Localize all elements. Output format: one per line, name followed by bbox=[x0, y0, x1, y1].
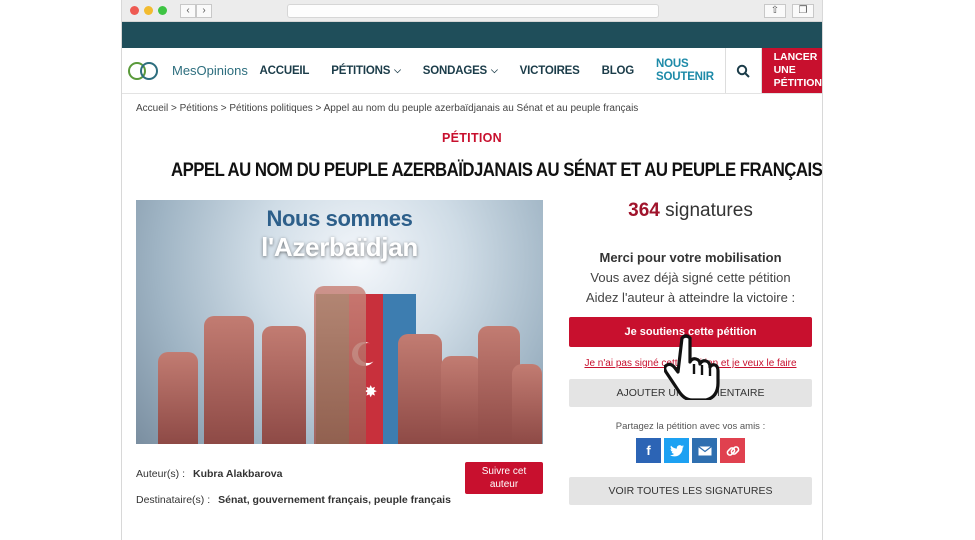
hand-pointer-icon bbox=[664, 334, 720, 400]
address-bar[interactable] bbox=[287, 4, 659, 18]
logo-text: MesOpinions bbox=[172, 63, 248, 78]
chevron-down-icon: ⌵ bbox=[394, 65, 401, 75]
browser-toolbar: ‹ › ⇧ ❐ bbox=[122, 0, 822, 22]
back-icon[interactable]: ‹ bbox=[180, 3, 196, 18]
twitter-icon[interactable] bbox=[664, 438, 689, 463]
follow-author-button[interactable]: Suivre cet auteur bbox=[465, 462, 543, 494]
thanks-message: Merci pour votre mobilisation bbox=[599, 250, 782, 265]
tabs-icon[interactable]: ❐ bbox=[792, 4, 814, 18]
page-title: APPEL AU NOM DU PEUPLE AZERBAÏDJANAIS AU… bbox=[171, 159, 822, 181]
signature-label: signatures bbox=[665, 200, 753, 221]
chevron-down-icon: ⌵ bbox=[491, 65, 498, 75]
site-logo[interactable]: MesOpinions bbox=[122, 48, 249, 93]
share-buttons: f bbox=[569, 438, 812, 463]
link-icon[interactable] bbox=[720, 438, 745, 463]
nav-accueil[interactable]: ACCUEIL bbox=[249, 65, 321, 77]
share-label: Partagez la pétition avec vos amis : bbox=[615, 421, 766, 432]
site-topbar bbox=[122, 22, 822, 48]
launch-petition-button[interactable]: LANCER UNE PÉTITION bbox=[761, 48, 822, 93]
forward-icon[interactable]: › bbox=[196, 3, 212, 18]
share-icon[interactable]: ⇧ bbox=[764, 4, 786, 18]
petition-main: ✸ Nous sommes l'Azerbaïdjan Auteur(s) : … bbox=[136, 200, 543, 528]
close-dot[interactable] bbox=[130, 6, 139, 15]
nav-blog[interactable]: BLOG bbox=[591, 65, 645, 77]
petition-kicker: PÉTITION bbox=[441, 131, 503, 145]
nav-victoires[interactable]: VICTOIRES bbox=[509, 65, 591, 77]
nav-sondages[interactable]: SONDAGES ⌵ bbox=[412, 65, 509, 77]
hero-headline: Nous sommes bbox=[266, 206, 413, 231]
help-author-text: Aidez l'auteur à atteindre la victoire : bbox=[585, 290, 796, 305]
already-signed-text: Vous avez déjà signé cette pétition bbox=[590, 270, 791, 285]
signature-counter: 364 signatures bbox=[569, 200, 812, 222]
hero-subheadline: l'Azerbaïdjan bbox=[261, 232, 418, 262]
recipient-label: Destinataire(s) : bbox=[136, 494, 211, 506]
author-value[interactable]: Kubra Alakbarova bbox=[193, 468, 282, 480]
minimize-dot[interactable] bbox=[144, 6, 153, 15]
signature-count: 364 bbox=[628, 200, 660, 221]
mail-icon[interactable] bbox=[692, 438, 717, 463]
nav-nous-soutenir[interactable]: NOUS SOUTENIR bbox=[645, 58, 725, 84]
breadcrumb[interactable]: Accueil > Pétitions > Pétitions politiqu… bbox=[122, 94, 822, 123]
site-header: MesOpinions ACCUEIL PÉTITIONS ⌵ SONDAGES ⌵… bbox=[122, 48, 822, 94]
view-all-signatures-button[interactable]: VOIR TOUTES LES SIGNATURES bbox=[569, 477, 812, 505]
main-nav: ACCUEIL PÉTITIONS ⌵ SONDAGES ⌵ VICTOIRES B… bbox=[249, 48, 725, 93]
browser-window: ‹ › ⇧ ❐ MesOpinions ACCUEIL PÉTITIONS ⌵ S… bbox=[122, 0, 822, 540]
petition-meta: Auteur(s) : Kubra Alakbarova Destinatair… bbox=[136, 462, 543, 528]
recipient-value: Sénat, gouvernement français, peuple fra… bbox=[218, 494, 451, 506]
nav-petitions[interactable]: PÉTITIONS ⌵ bbox=[320, 65, 412, 77]
petition-image: ✸ Nous sommes l'Azerbaïdjan bbox=[136, 200, 543, 444]
facebook-icon[interactable]: f bbox=[636, 438, 661, 463]
logo-icon bbox=[128, 60, 168, 82]
search-icon bbox=[737, 64, 750, 78]
maximize-dot[interactable] bbox=[158, 6, 167, 15]
search-button[interactable] bbox=[724, 48, 762, 93]
author-label: Auteur(s) : bbox=[136, 468, 186, 480]
